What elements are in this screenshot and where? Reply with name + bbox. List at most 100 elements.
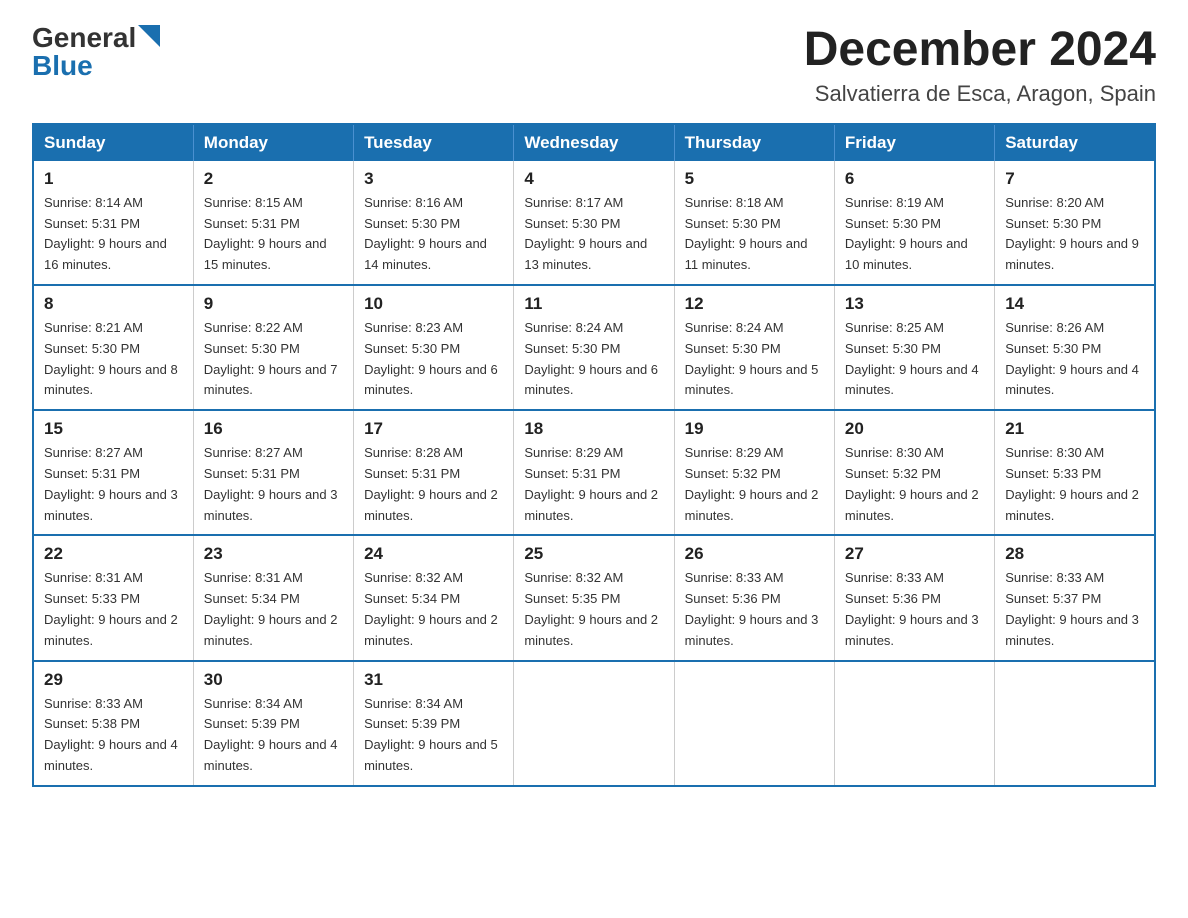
day-number: 4 (524, 169, 663, 189)
day-number: 1 (44, 169, 183, 189)
day-number: 27 (845, 544, 984, 564)
day-info: Sunrise: 8:30 AMSunset: 5:33 PMDaylight:… (1005, 445, 1139, 522)
day-number: 8 (44, 294, 183, 314)
day-number: 24 (364, 544, 503, 564)
day-number: 7 (1005, 169, 1144, 189)
day-number: 9 (204, 294, 343, 314)
calendar-cell: 11 Sunrise: 8:24 AMSunset: 5:30 PMDaylig… (514, 285, 674, 410)
calendar-cell: 27 Sunrise: 8:33 AMSunset: 5:36 PMDaylig… (834, 535, 994, 660)
day-number: 10 (364, 294, 503, 314)
day-number: 17 (364, 419, 503, 439)
day-number: 20 (845, 419, 984, 439)
day-info: Sunrise: 8:22 AMSunset: 5:30 PMDaylight:… (204, 320, 338, 397)
day-info: Sunrise: 8:33 AMSunset: 5:36 PMDaylight:… (685, 570, 819, 647)
calendar-cell (995, 661, 1155, 786)
day-info: Sunrise: 8:34 AMSunset: 5:39 PMDaylight:… (204, 696, 338, 773)
day-info: Sunrise: 8:18 AMSunset: 5:30 PMDaylight:… (685, 195, 808, 272)
day-number: 12 (685, 294, 824, 314)
calendar-cell: 30 Sunrise: 8:34 AMSunset: 5:39 PMDaylig… (193, 661, 353, 786)
day-info: Sunrise: 8:33 AMSunset: 5:38 PMDaylight:… (44, 696, 178, 773)
day-number: 19 (685, 419, 824, 439)
calendar-table: SundayMondayTuesdayWednesdayThursdayFrid… (32, 123, 1156, 787)
calendar-cell: 9 Sunrise: 8:22 AMSunset: 5:30 PMDayligh… (193, 285, 353, 410)
calendar-cell: 16 Sunrise: 8:27 AMSunset: 5:31 PMDaylig… (193, 410, 353, 535)
day-number: 16 (204, 419, 343, 439)
day-info: Sunrise: 8:30 AMSunset: 5:32 PMDaylight:… (845, 445, 979, 522)
logo-general-text: General (32, 24, 136, 52)
day-info: Sunrise: 8:27 AMSunset: 5:31 PMDaylight:… (44, 445, 178, 522)
calendar-cell: 18 Sunrise: 8:29 AMSunset: 5:31 PMDaylig… (514, 410, 674, 535)
day-number: 6 (845, 169, 984, 189)
day-info: Sunrise: 8:24 AMSunset: 5:30 PMDaylight:… (524, 320, 658, 397)
calendar-cell: 14 Sunrise: 8:26 AMSunset: 5:30 PMDaylig… (995, 285, 1155, 410)
calendar-cell: 1 Sunrise: 8:14 AMSunset: 5:31 PMDayligh… (33, 161, 193, 285)
calendar-cell: 25 Sunrise: 8:32 AMSunset: 5:35 PMDaylig… (514, 535, 674, 660)
day-info: Sunrise: 8:14 AMSunset: 5:31 PMDaylight:… (44, 195, 167, 272)
calendar-cell: 3 Sunrise: 8:16 AMSunset: 5:30 PMDayligh… (354, 161, 514, 285)
day-number: 28 (1005, 544, 1144, 564)
day-number: 13 (845, 294, 984, 314)
day-number: 21 (1005, 419, 1144, 439)
weekday-header-saturday: Saturday (995, 124, 1155, 161)
calendar-cell: 13 Sunrise: 8:25 AMSunset: 5:30 PMDaylig… (834, 285, 994, 410)
day-number: 29 (44, 670, 183, 690)
calendar-cell: 31 Sunrise: 8:34 AMSunset: 5:39 PMDaylig… (354, 661, 514, 786)
weekday-header-thursday: Thursday (674, 124, 834, 161)
day-info: Sunrise: 8:24 AMSunset: 5:30 PMDaylight:… (685, 320, 819, 397)
day-info: Sunrise: 8:25 AMSunset: 5:30 PMDaylight:… (845, 320, 979, 397)
day-info: Sunrise: 8:31 AMSunset: 5:34 PMDaylight:… (204, 570, 338, 647)
weekday-header-friday: Friday (834, 124, 994, 161)
day-info: Sunrise: 8:16 AMSunset: 5:30 PMDaylight:… (364, 195, 487, 272)
weekday-header-tuesday: Tuesday (354, 124, 514, 161)
calendar-cell: 4 Sunrise: 8:17 AMSunset: 5:30 PMDayligh… (514, 161, 674, 285)
calendar-cell: 24 Sunrise: 8:32 AMSunset: 5:34 PMDaylig… (354, 535, 514, 660)
weekday-header-sunday: Sunday (33, 124, 193, 161)
calendar-cell: 22 Sunrise: 8:31 AMSunset: 5:33 PMDaylig… (33, 535, 193, 660)
title-section: December 2024 Salvatierra de Esca, Arago… (804, 24, 1156, 107)
day-number: 5 (685, 169, 824, 189)
calendar-cell: 28 Sunrise: 8:33 AMSunset: 5:37 PMDaylig… (995, 535, 1155, 660)
weekday-header-wednesday: Wednesday (514, 124, 674, 161)
calendar-cell: 23 Sunrise: 8:31 AMSunset: 5:34 PMDaylig… (193, 535, 353, 660)
calendar-cell: 26 Sunrise: 8:33 AMSunset: 5:36 PMDaylig… (674, 535, 834, 660)
day-info: Sunrise: 8:20 AMSunset: 5:30 PMDaylight:… (1005, 195, 1139, 272)
day-number: 25 (524, 544, 663, 564)
calendar-week-3: 15 Sunrise: 8:27 AMSunset: 5:31 PMDaylig… (33, 410, 1155, 535)
month-title: December 2024 (804, 24, 1156, 77)
calendar-week-2: 8 Sunrise: 8:21 AMSunset: 5:30 PMDayligh… (33, 285, 1155, 410)
calendar-week-4: 22 Sunrise: 8:31 AMSunset: 5:33 PMDaylig… (33, 535, 1155, 660)
calendar-cell: 21 Sunrise: 8:30 AMSunset: 5:33 PMDaylig… (995, 410, 1155, 535)
day-number: 15 (44, 419, 183, 439)
logo-arrow-icon (138, 25, 160, 47)
calendar-cell: 15 Sunrise: 8:27 AMSunset: 5:31 PMDaylig… (33, 410, 193, 535)
calendar-cell: 6 Sunrise: 8:19 AMSunset: 5:30 PMDayligh… (834, 161, 994, 285)
location-subtitle: Salvatierra de Esca, Aragon, Spain (804, 81, 1156, 107)
page-header: General Blue December 2024 Salvatierra d… (32, 24, 1156, 107)
day-number: 26 (685, 544, 824, 564)
calendar-cell (834, 661, 994, 786)
logo-blue-text: Blue (32, 52, 93, 80)
day-number: 3 (364, 169, 503, 189)
day-info: Sunrise: 8:33 AMSunset: 5:36 PMDaylight:… (845, 570, 979, 647)
day-number: 22 (44, 544, 183, 564)
day-info: Sunrise: 8:17 AMSunset: 5:30 PMDaylight:… (524, 195, 647, 272)
day-info: Sunrise: 8:32 AMSunset: 5:35 PMDaylight:… (524, 570, 658, 647)
day-number: 2 (204, 169, 343, 189)
calendar-cell: 19 Sunrise: 8:29 AMSunset: 5:32 PMDaylig… (674, 410, 834, 535)
day-info: Sunrise: 8:26 AMSunset: 5:30 PMDaylight:… (1005, 320, 1139, 397)
calendar-cell: 7 Sunrise: 8:20 AMSunset: 5:30 PMDayligh… (995, 161, 1155, 285)
day-info: Sunrise: 8:19 AMSunset: 5:30 PMDaylight:… (845, 195, 968, 272)
calendar-cell: 8 Sunrise: 8:21 AMSunset: 5:30 PMDayligh… (33, 285, 193, 410)
day-info: Sunrise: 8:29 AMSunset: 5:31 PMDaylight:… (524, 445, 658, 522)
calendar-cell: 17 Sunrise: 8:28 AMSunset: 5:31 PMDaylig… (354, 410, 514, 535)
weekday-header-row: SundayMondayTuesdayWednesdayThursdayFrid… (33, 124, 1155, 161)
calendar-cell: 20 Sunrise: 8:30 AMSunset: 5:32 PMDaylig… (834, 410, 994, 535)
day-info: Sunrise: 8:34 AMSunset: 5:39 PMDaylight:… (364, 696, 498, 773)
day-number: 31 (364, 670, 503, 690)
calendar-cell: 10 Sunrise: 8:23 AMSunset: 5:30 PMDaylig… (354, 285, 514, 410)
calendar-week-5: 29 Sunrise: 8:33 AMSunset: 5:38 PMDaylig… (33, 661, 1155, 786)
day-info: Sunrise: 8:23 AMSunset: 5:30 PMDaylight:… (364, 320, 498, 397)
calendar-cell (514, 661, 674, 786)
day-number: 30 (204, 670, 343, 690)
day-number: 18 (524, 419, 663, 439)
